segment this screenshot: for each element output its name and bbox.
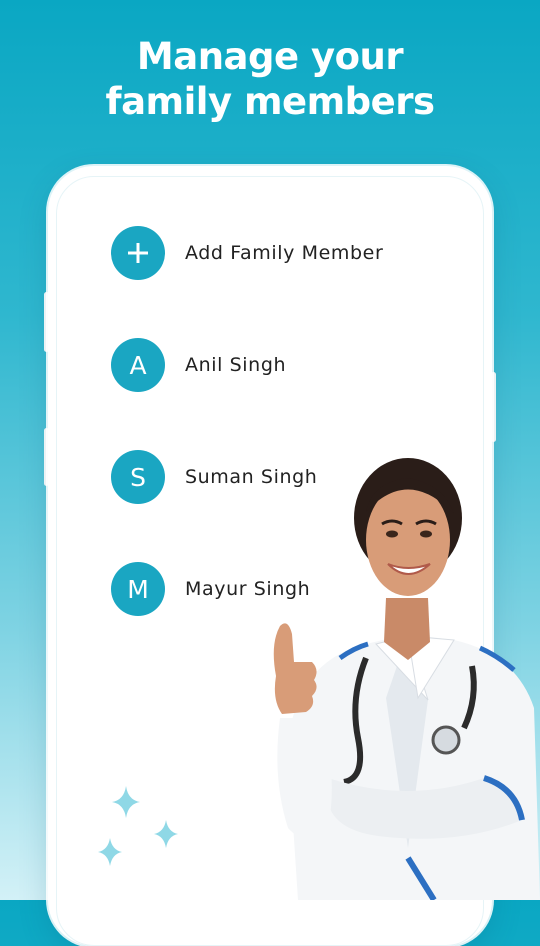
add-family-member-item[interactable]: Add Family Member	[111, 226, 383, 280]
sparkle-icon	[98, 786, 178, 866]
headline-line-1: Manage your	[136, 35, 404, 78]
avatar: A	[111, 338, 165, 392]
member-label: Anil Singh	[185, 354, 287, 376]
plus-icon	[128, 243, 148, 263]
member-label: Add Family Member	[185, 242, 384, 264]
headline-line-2: family members	[105, 80, 435, 123]
promo-headline: Manage your family members	[0, 34, 540, 124]
avatar: M	[111, 562, 165, 616]
member-item-anil[interactable]: A Anil Singh	[111, 338, 286, 392]
add-member-avatar[interactable]	[111, 226, 165, 280]
doctor-illustration	[273, 458, 540, 900]
avatar: S	[111, 450, 165, 504]
